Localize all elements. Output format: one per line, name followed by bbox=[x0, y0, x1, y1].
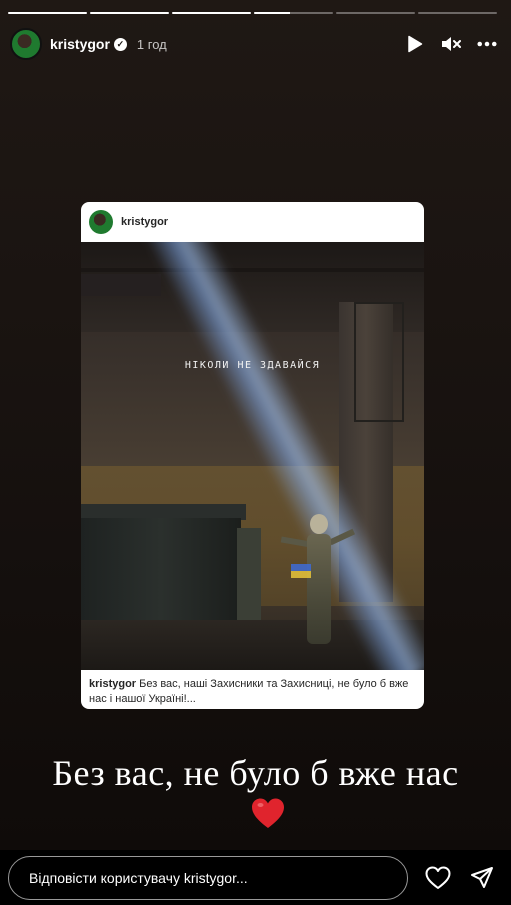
progress-segment bbox=[8, 12, 87, 14]
progress-segment bbox=[172, 12, 251, 14]
story-viewer[interactable]: kristygor ✓ 1 год kristygor НІКОЛИ НЕ ЗД… bbox=[0, 0, 511, 850]
post-caption: kristygor Без вас, наші Захисники та Зах… bbox=[81, 670, 424, 709]
username[interactable]: kristygor bbox=[50, 36, 110, 52]
image-overlay-text: НІКОЛИ НЕ ЗДАВАЙСЯ bbox=[184, 360, 321, 371]
reply-input[interactable]: Відповісти користувачу kristygor... bbox=[8, 855, 408, 900]
post-username: kristygor bbox=[121, 216, 169, 228]
caption-username: kristygor bbox=[89, 678, 137, 690]
heart-emoji-icon bbox=[252, 798, 284, 828]
progress-segment bbox=[418, 12, 497, 14]
caption-text: Без вас, наші Захисники та Захисниці, не… bbox=[89, 678, 409, 705]
mute-icon[interactable] bbox=[441, 34, 461, 54]
story-text: Без вас, не було б вже нас bbox=[52, 753, 459, 793]
progress-segment bbox=[336, 12, 415, 14]
post-avatar bbox=[89, 210, 113, 234]
progress-segment bbox=[90, 12, 169, 14]
post-time: 1 год bbox=[136, 36, 167, 52]
more-icon[interactable] bbox=[477, 34, 497, 54]
progress-segment bbox=[254, 12, 333, 14]
story-header: kristygor ✓ 1 год bbox=[10, 28, 497, 60]
post-header: kristygor bbox=[81, 202, 424, 242]
story-controls bbox=[405, 34, 497, 54]
like-heart-icon[interactable] bbox=[424, 864, 452, 892]
verified-badge-icon: ✓ bbox=[113, 37, 127, 51]
play-icon[interactable] bbox=[405, 34, 425, 54]
shared-post-card[interactable]: kristygor НІКОЛИ НЕ ЗДАВАЙСЯ kristygor Б… bbox=[81, 202, 424, 709]
story-progress bbox=[8, 12, 497, 14]
send-icon[interactable] bbox=[468, 864, 496, 892]
post-image: НІКОЛИ НЕ ЗДАВАЙСЯ bbox=[81, 242, 424, 670]
avatar[interactable] bbox=[10, 28, 42, 60]
reply-bar: Відповісти користувачу kristygor... bbox=[0, 850, 511, 905]
